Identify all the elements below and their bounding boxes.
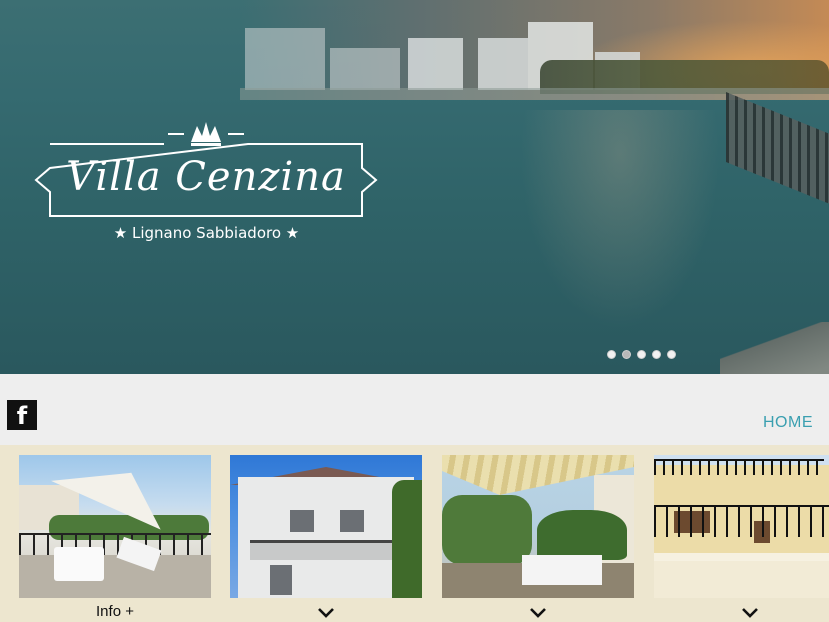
slider-dot[interactable] xyxy=(607,350,616,359)
chevron-down-icon[interactable] xyxy=(316,607,336,619)
chevron-down-icon[interactable] xyxy=(528,607,548,619)
slider-dot[interactable] xyxy=(652,350,661,359)
slider-dot[interactable] xyxy=(637,350,646,359)
info-plus-link[interactable]: Info + xyxy=(19,603,211,620)
hero-water-reflection xyxy=(520,110,720,330)
gallery-card[interactable] xyxy=(654,455,829,622)
photo-gallery: Info + xyxy=(0,445,829,622)
slider-dot[interactable] xyxy=(667,350,676,359)
balcony-awning-photo[interactable] xyxy=(442,455,634,598)
site-logo[interactable]: Villa Cenzina ★ Lignano Sabbiadoro ★ xyxy=(34,120,379,250)
facebook-icon[interactable]: f xyxy=(7,400,37,430)
hero-slider: Villa Cenzina ★ Lignano Sabbiadoro ★ xyxy=(0,0,829,374)
hero-building xyxy=(245,28,325,90)
hero-rocks xyxy=(720,322,829,374)
white-house-photo[interactable] xyxy=(230,455,422,598)
slider-dot-active[interactable] xyxy=(622,350,631,359)
nav-bar: f HOME xyxy=(0,374,829,445)
terrace-umbrella-photo[interactable] xyxy=(19,455,211,598)
gallery-card[interactable]: Info + xyxy=(19,455,211,622)
crown-icon xyxy=(168,122,244,146)
hero-building xyxy=(330,48,400,90)
gallery-card[interactable] xyxy=(230,455,422,622)
hero-building xyxy=(408,38,463,90)
yellow-building-photo[interactable] xyxy=(654,455,829,598)
facebook-glyph: f xyxy=(16,402,28,430)
chevron-down-icon[interactable] xyxy=(740,607,760,619)
gallery-card[interactable] xyxy=(442,455,634,622)
logo-subtitle: ★ Lignano Sabbiadoro ★ xyxy=(113,224,300,242)
nav-home-link[interactable]: HOME xyxy=(763,414,813,432)
hero-building xyxy=(478,38,528,90)
slider-dots xyxy=(607,350,676,359)
logo-title: Villa Cenzina xyxy=(66,154,346,200)
hero-pier xyxy=(726,92,829,211)
